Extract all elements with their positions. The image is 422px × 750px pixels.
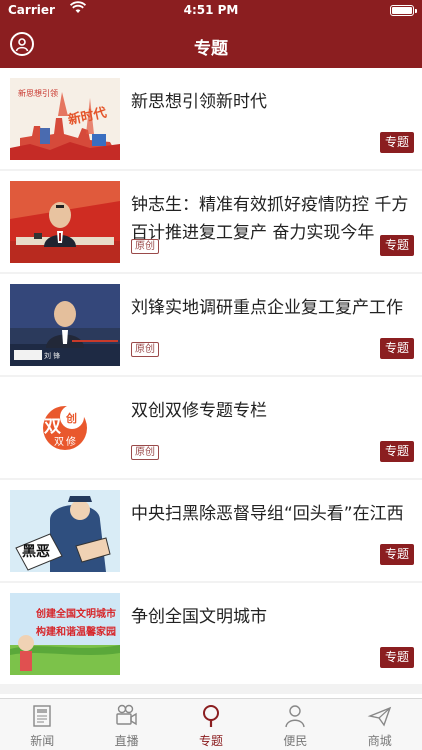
tab-label: 专题 [198, 734, 223, 748]
article-title: 双创双修专题专栏 [131, 401, 267, 421]
article-thumbnail: 黑恶 [10, 490, 120, 572]
thumb-logo-3: 双 [54, 436, 64, 448]
thumb-banner-1: 创建全国文明城市 [35, 607, 116, 620]
thumb-logo-2: 创 [65, 411, 77, 425]
article-title: 钟志生：精准有效抓好疫情防控 千方百计推进复工复产 奋力实现今年 [131, 195, 409, 243]
list-item[interactable]: 新时代 新思想引领 新思想引领新时代 专题 [0, 68, 422, 169]
status-bar: Carrier 4:51 PM [0, 0, 422, 20]
newspaper-icon [33, 705, 51, 727]
list-item[interactable]: 双 创 双 修 双创双修专题专栏 原创 专题 [0, 377, 422, 478]
video-camera-icon [116, 704, 138, 726]
list-item[interactable]: 创建全国文明城市 构建和谐温馨家园 争创全国文明城市 专题 [0, 583, 422, 684]
tab-label: 直播 [114, 734, 139, 748]
thumb-black-evil: 黑恶 [22, 544, 50, 560]
original-badge: 原创 [131, 445, 159, 460]
article-title: 中央扫黑除恶督导组“回头看”在江西 [131, 504, 404, 524]
original-badge: 原创 [131, 239, 159, 254]
person-icon [285, 705, 305, 728]
battery-icon [390, 5, 417, 16]
topic-badge: 专题 [379, 544, 414, 565]
magnifier-icon [202, 705, 219, 727]
topic-badge: 专题 [379, 338, 414, 359]
thumb-banner-2: 构建和谐温馨家园 [36, 625, 116, 638]
article-thumbnail: 新时代 新思想引领 [10, 78, 120, 160]
list-item[interactable]: 钟志生：精准有效抓好疫情防控 千方百计推进复工复产 奋力实现今年 原创 专题 [0, 171, 422, 272]
tab-services[interactable]: 便民 [253, 699, 337, 750]
article-thumbnail: 刘 锋 [10, 284, 120, 366]
article-title: 新思想引领新时代 [131, 92, 267, 112]
tab-live[interactable]: 直播 [84, 699, 168, 750]
thumb-text-new-thought: 新思想引领 [18, 88, 58, 98]
tab-news[interactable]: 新闻 [0, 699, 84, 750]
topic-badge: 专题 [379, 235, 414, 256]
paper-plane-icon [367, 706, 391, 727]
topic-badge: 专题 [379, 441, 414, 462]
list-item[interactable]: 刘 锋 刘锋实地调研重点企业复工复产工作 原创 专题 [0, 274, 422, 375]
clock: 4:51 PM [183, 3, 239, 17]
nav-bar: 专题 [0, 20, 422, 68]
topic-badge: 专题 [379, 647, 414, 668]
thumb-logo-4: 修 [66, 435, 76, 448]
article-title: 争创全国文明城市 [131, 607, 267, 627]
tab-label: 便民 [283, 734, 308, 748]
page-title: 专题 [194, 39, 228, 59]
tab-mall[interactable]: 商城 [338, 699, 422, 750]
tab-label: 商城 [367, 734, 392, 748]
thumb-name-badge: 刘 锋 [44, 351, 60, 360]
tab-topics[interactable]: 专题 [169, 699, 253, 750]
list-item[interactable]: 黑恶 中央扫黑除恶督导组“回头看”在江西 专题 [0, 480, 422, 581]
original-badge: 原创 [131, 342, 159, 357]
article-thumbnail: 创建全国文明城市 构建和谐温馨家园 [10, 593, 120, 675]
article-thumbnail: 双 创 双 修 [10, 387, 120, 469]
tab-label: 新闻 [30, 734, 55, 748]
topic-list[interactable]: 新时代 新思想引领 新思想引领新时代 专题 钟志生：精准有效抓好疫情防控 千方百… [0, 68, 422, 698]
tab-bar: 新闻 直播 专题 便民 商城 [0, 698, 422, 750]
article-thumbnail [10, 181, 120, 263]
article-title: 刘锋实地调研重点企业复工复产工作 [131, 298, 403, 318]
topic-badge: 专题 [379, 132, 414, 153]
thumb-logo-1: 双 [44, 417, 61, 437]
